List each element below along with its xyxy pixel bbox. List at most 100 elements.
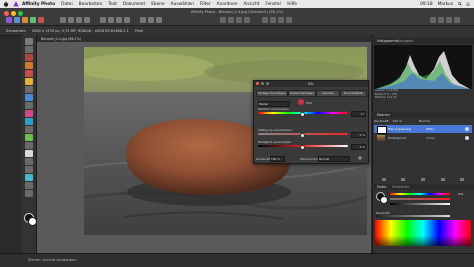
dodge-tool-icon[interactable]	[25, 134, 33, 141]
menu-list-icon[interactable]	[466, 2, 470, 6]
merge-button[interactable]: Zusammenlegen	[288, 90, 316, 97]
flood-fill-icon[interactable]	[25, 118, 33, 125]
menu-fenster[interactable]: Fenster	[265, 2, 281, 7]
menu-anordnen[interactable]: Anordnen	[217, 2, 238, 7]
freehand-select-icon[interactable]	[25, 86, 33, 93]
toolbar-tool-5-icon[interactable]	[100, 17, 106, 23]
navigator-tab[interactable]: Navigator	[397, 39, 414, 43]
toolbar-tool-12-icon[interactable]	[220, 17, 226, 23]
search-icon[interactable]	[458, 2, 462, 6]
color-tab[interactable]: Farbe	[377, 185, 386, 189]
view-tool-icon[interactable]	[25, 46, 33, 53]
menu-datei[interactable]: Datei	[61, 2, 72, 7]
saturation-shift-knob[interactable]	[300, 133, 305, 138]
color-opacity-slider[interactable]	[376, 215, 450, 217]
layer-visibility-icon[interactable]	[465, 127, 469, 131]
menu-hilfe[interactable]: Hilfe	[287, 2, 297, 7]
toolbar-tool-6-icon[interactable]	[108, 17, 114, 23]
toolbar-tool-23-icon[interactable]	[454, 17, 460, 23]
zoom-tool-icon[interactable]	[25, 190, 33, 197]
toolbar-tool-3-icon[interactable]	[76, 17, 82, 23]
toolbar-tool-8-icon[interactable]	[124, 17, 130, 23]
hue-shift-value[interactable]: 0 °	[351, 111, 366, 117]
histogram-tab[interactable]: Histogramm	[377, 39, 398, 43]
layer-row-background[interactable]: Hintergrund (Pixel)	[374, 134, 472, 142]
menu-ansicht[interactable]: Ansicht	[243, 2, 259, 7]
secondary-color-swatch[interactable]	[28, 217, 37, 226]
toolbar-tool-21-icon[interactable]	[438, 17, 444, 23]
lightness-shift-value[interactable]: 0 %	[351, 144, 366, 150]
delete-layer-icon[interactable]	[460, 178, 464, 181]
develop-persona-icon[interactable]	[22, 17, 28, 23]
layers-tab[interactable]: Ebenen	[377, 113, 390, 117]
toolbar-tool-22-icon[interactable]	[446, 17, 452, 23]
toolbar-tool-1-icon[interactable]	[60, 17, 66, 23]
toolbar-tool-17-icon[interactable]	[270, 17, 276, 23]
selection-brush-icon[interactable]	[25, 62, 33, 69]
gradient-tool-icon[interactable]	[25, 126, 33, 133]
toolbar-tool-11-icon[interactable]	[156, 17, 162, 23]
delete-button[interactable]: Löschen	[316, 90, 340, 97]
move-tool-icon[interactable]	[25, 38, 33, 45]
toolbar-tool-10-icon[interactable]	[148, 17, 154, 23]
context-units[interactable]: Pixel	[135, 29, 143, 33]
toolbar-tool-16-icon[interactable]	[262, 17, 268, 23]
toolbar-tool-19-icon[interactable]	[286, 17, 292, 23]
marquee-tool-icon[interactable]	[25, 70, 33, 77]
hue-wheel-marker[interactable]	[298, 99, 304, 105]
saturation-shift-value[interactable]: 0 %	[351, 132, 366, 138]
pen-tool-icon[interactable]	[25, 166, 33, 173]
menu-dokument[interactable]: Dokument	[123, 2, 145, 7]
toolbar-tool-20-icon[interactable]	[430, 17, 436, 23]
dialog-blend-select[interactable]: Normal	[318, 156, 350, 162]
healing-brush-icon[interactable]	[25, 150, 33, 157]
crop-tool-icon[interactable]	[25, 54, 33, 61]
adjustment-layer-icon[interactable]	[421, 178, 425, 181]
menu-ebene[interactable]: Ebene	[151, 2, 164, 7]
menu-text[interactable]: Text	[108, 2, 117, 7]
color-panel-secondary-swatch[interactable]	[380, 196, 388, 204]
lightness-shift-knob[interactable]	[300, 145, 305, 150]
toolbar-tool-14-icon[interactable]	[236, 17, 242, 23]
color-mode-select[interactable]: HSL	[458, 192, 464, 196]
toolbar-tool-18-icon[interactable]	[278, 17, 284, 23]
gear-icon[interactable]	[358, 156, 362, 160]
hsl-dialog-titlebar[interactable]: HSL	[254, 81, 368, 87]
menu-auswaehlen[interactable]: Auswählen	[171, 2, 194, 7]
user-name[interactable]: Markus	[438, 2, 453, 7]
toolbar-tool-13-icon[interactable]	[228, 17, 234, 23]
paint-brush-icon[interactable]	[25, 94, 33, 101]
pixel-tool-icon[interactable]	[25, 102, 33, 109]
tone-mapping-persona-icon[interactable]	[30, 17, 36, 23]
apple-icon[interactable]	[3, 1, 9, 7]
color-spectrum[interactable]	[375, 220, 471, 246]
fx-layer-icon[interactable]	[441, 178, 445, 181]
photo-persona-icon[interactable]	[6, 17, 12, 23]
toolbar-tool-2-icon[interactable]	[68, 17, 74, 23]
mask-layer-icon[interactable]	[401, 178, 405, 181]
hue-shift-knob[interactable]	[300, 112, 305, 117]
swatches-tab[interactable]: Farbfelder	[392, 185, 409, 189]
text-tool-icon[interactable]	[25, 182, 33, 189]
clone-tool-icon[interactable]	[25, 142, 33, 149]
menu-app-name[interactable]: Affinity Photo	[22, 2, 55, 7]
document-tab[interactable]: Beispiel_0-4.jpg (66,1%)	[41, 37, 81, 41]
add-preset-button[interactable]: Vorlage hinzufügen	[256, 90, 288, 97]
dialog-opacity-field[interactable]: 100 %	[270, 156, 285, 162]
shape-tool-icon[interactable]	[25, 174, 33, 181]
toolbar-tool-15-icon[interactable]	[244, 17, 250, 23]
add-layer-icon[interactable]	[382, 178, 386, 181]
export-persona-icon[interactable]	[38, 17, 44, 23]
liquify-persona-icon[interactable]	[14, 17, 20, 23]
erase-brush-icon[interactable]	[25, 110, 33, 117]
toolbar-tool-7-icon[interactable]	[116, 17, 122, 23]
layers-blend-value[interactable]: Normal	[419, 119, 430, 123]
flood-select-icon[interactable]	[25, 78, 33, 85]
layer-row-hsl[interactable]: HSL-Anpassung (HSL)	[374, 125, 472, 133]
saturation-slider[interactable]	[390, 198, 450, 200]
toolbar-tool-9-icon[interactable]	[140, 17, 146, 23]
layers-opacity-value[interactable]: 100 %	[393, 119, 403, 123]
menu-filter[interactable]: Filter	[200, 2, 211, 7]
hsv-checkbox-label[interactable]: HSV	[306, 101, 312, 105]
layer-visibility-icon[interactable]	[465, 136, 469, 140]
